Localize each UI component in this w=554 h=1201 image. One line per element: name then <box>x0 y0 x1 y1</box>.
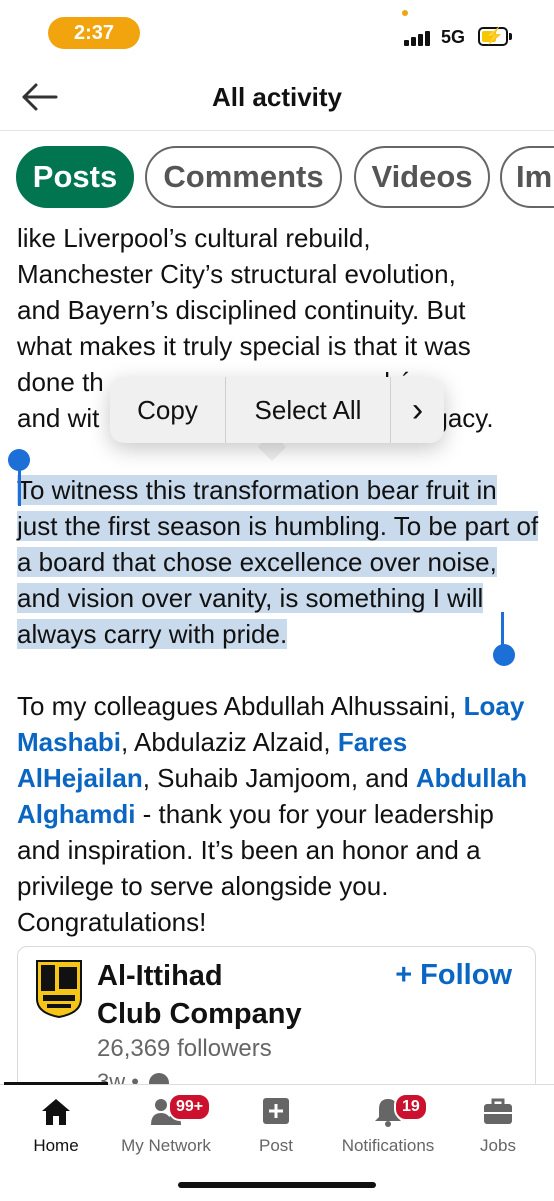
tab-posts[interactable]: Posts <box>16 146 134 208</box>
post-line-fragment: and wit <box>17 403 100 433</box>
nav-label: Post <box>258 1136 294 1155</box>
filter-tabs: Posts Comments Videos Im <box>0 146 554 210</box>
home-icon <box>42 1099 70 1125</box>
nav-post[interactable]: Post <box>236 1091 316 1161</box>
selected-text[interactable]: To witness this transformation bear frui… <box>17 475 539 649</box>
tab-images[interactable]: Im <box>500 146 554 208</box>
post-line: what makes it truly special is that it w… <box>17 331 471 361</box>
nav-label: My Network <box>121 1136 211 1155</box>
post-line: like Liverpool’s cultural rebuild, <box>17 223 371 253</box>
nav-jobs[interactable]: Jobs <box>458 1091 538 1161</box>
nav-label: Home <box>33 1136 79 1155</box>
tab-comments[interactable]: Comments <box>145 146 342 208</box>
club-logo-icon[interactable] <box>33 959 85 1019</box>
active-tab-indicator <box>4 1082 108 1085</box>
privacy-indicator-dot <box>402 10 408 16</box>
follow-button[interactable]: + Follow <box>395 959 512 992</box>
post-line-fragment: done th <box>17 367 104 397</box>
nav-my-network[interactable]: 99+ My Network <box>108 1091 224 1161</box>
home-indicator[interactable] <box>178 1182 376 1188</box>
battery-tip <box>509 33 512 40</box>
selection-start-handle[interactable] <box>8 449 30 471</box>
company-name-line: Club Company <box>97 998 302 1030</box>
post-line: and Bayern’s disciplined continuity. But <box>17 295 466 325</box>
text-selection-menu: Copy Select All › <box>110 377 444 443</box>
signal-icon <box>404 30 436 46</box>
tab-videos[interactable]: Videos <box>354 146 490 208</box>
selection-end-handle[interactable] <box>493 644 515 666</box>
post-icon <box>263 1098 289 1124</box>
page-title: All activity <box>211 82 343 112</box>
post-text-segment: , Abdulaziz Alzaid, <box>121 727 338 757</box>
selection-end-caret <box>501 612 504 648</box>
status-bar: 2:37 5G ⚡ <box>0 0 554 66</box>
nav-label: Jobs <box>480 1136 516 1155</box>
company-name[interactable]: Al-Ittihad Club Company <box>97 957 302 1033</box>
network-type: 5G <box>441 27 466 47</box>
header: All activity <box>0 66 554 131</box>
battery-icon: ⚡ <box>478 27 508 46</box>
nav-notifications[interactable]: 19 Notifications <box>330 1091 446 1161</box>
nav-home[interactable]: Home <box>14 1091 98 1161</box>
status-time[interactable]: 2:37 <box>48 17 140 49</box>
post-line: Manchester City’s structural evolution, <box>17 259 456 289</box>
nav-label: Notifications <box>341 1136 435 1155</box>
selection-start-caret <box>18 470 21 506</box>
post-text-segment: To my colleagues Abdullah Alhussaini, <box>17 691 464 721</box>
network-badge: 99+ <box>168 1093 212 1121</box>
briefcase-icon <box>484 1098 512 1124</box>
post-paragraph-2: To witness this transformation bear frui… <box>17 472 542 652</box>
company-name-line: Al-Ittihad <box>97 960 223 992</box>
post-text-segment: , Suhaib Jamjoom, and <box>142 763 416 793</box>
copy-button[interactable]: Copy <box>110 377 225 443</box>
follower-count: 26,369 followers <box>97 1035 272 1062</box>
more-options-chevron-icon[interactable]: › <box>391 377 444 443</box>
select-all-button[interactable]: Select All <box>226 377 390 443</box>
notifications-badge: 19 <box>394 1093 428 1121</box>
post-body: like Liverpool’s cultural rebuild, Manch… <box>17 220 542 940</box>
post-paragraph-3: To my colleagues Abdullah Alhussaini, Lo… <box>17 688 542 940</box>
